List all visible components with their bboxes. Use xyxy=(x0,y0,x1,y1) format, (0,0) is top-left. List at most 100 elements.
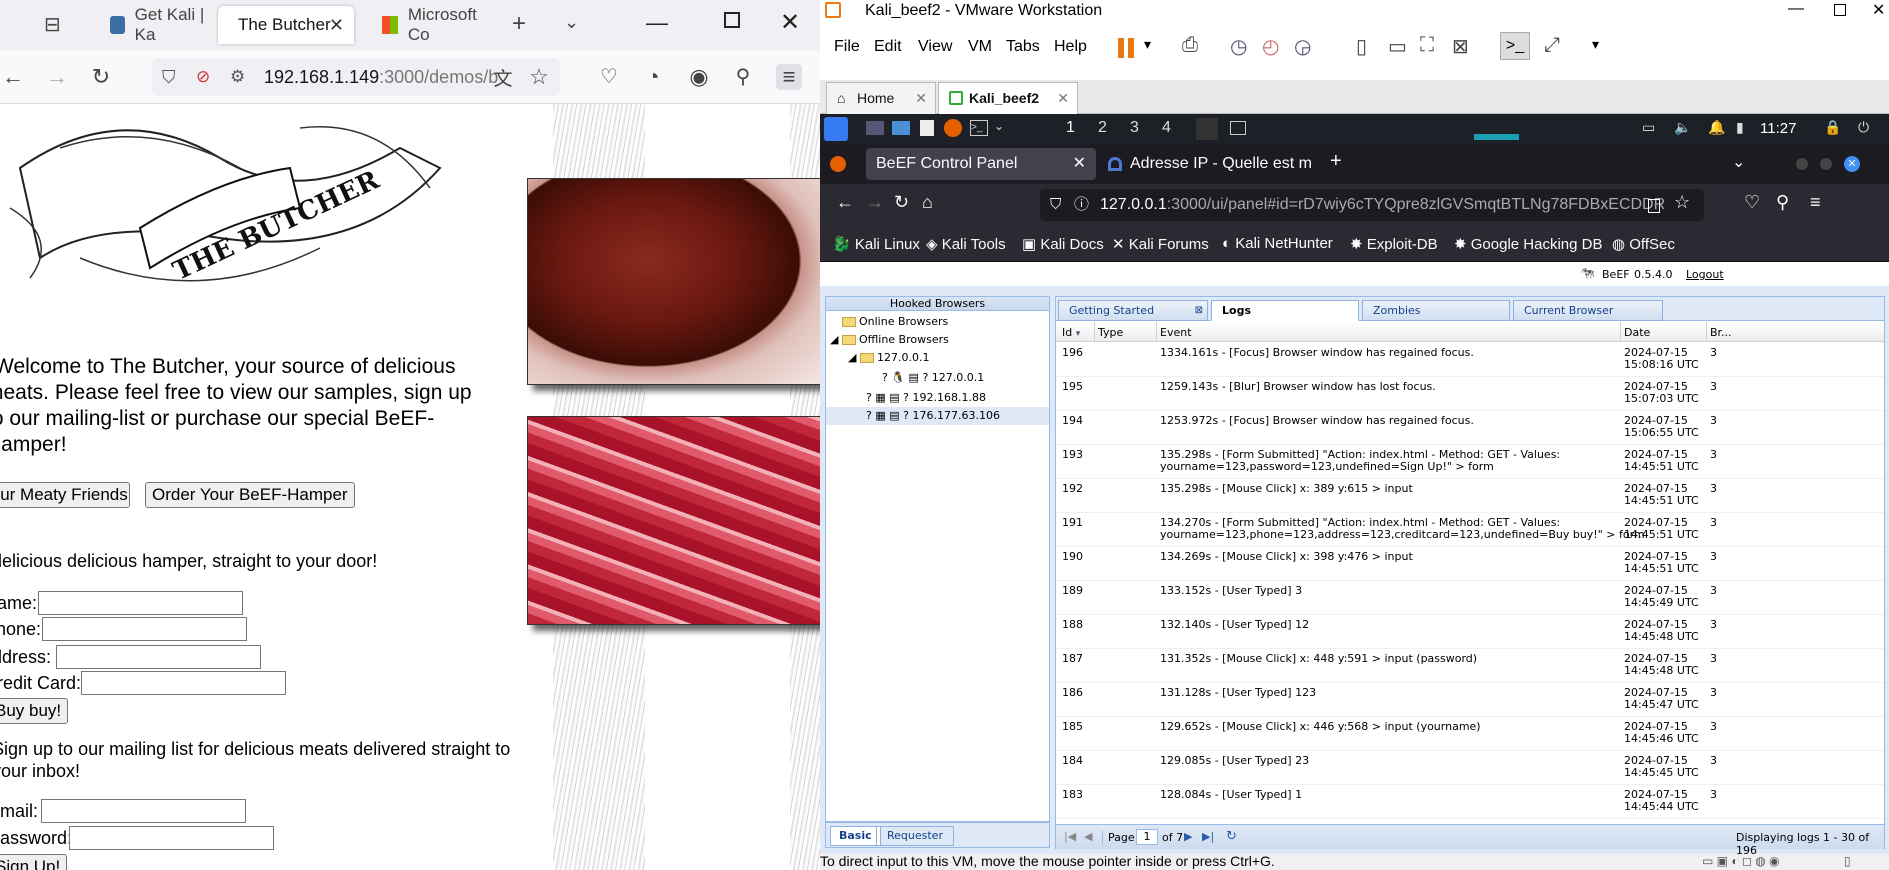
bookmark-google-hacking-db[interactable]: ✸ Google Hacking DB xyxy=(1454,235,1602,253)
insecure-lock-icon[interactable]: ⊘ xyxy=(196,58,210,96)
order-hamper-button[interactable]: Order Your BeEF-Hamper xyxy=(145,482,355,508)
workspace-4[interactable]: 4 xyxy=(1162,119,1171,137)
full-screen-icon[interactable]: ⛶ xyxy=(1420,34,1434,57)
thumbnail-bar-icon[interactable]: ▭ xyxy=(1388,34,1407,59)
bookmark-kali-forums[interactable]: ✕ Kali Forums xyxy=(1112,235,1209,253)
message-log-icon[interactable]: ▯ xyxy=(1844,854,1851,868)
workspace-3[interactable]: 3 xyxy=(1130,119,1139,137)
tree-host-192[interactable]: ? ▦ ▤ ? 192.168.1.88 xyxy=(866,391,986,404)
reload-icon[interactable]: ↻ xyxy=(88,64,114,90)
close-tab-icon[interactable]: ✕ xyxy=(1073,148,1086,180)
tab-adresse-ip[interactable]: Adresse IP - Quelle est m xyxy=(1100,148,1328,180)
text-editor-icon[interactable] xyxy=(920,120,934,136)
log-row[interactable]: 188 132.140s - [User Typed] 12 2024-07-15 3… xyxy=(1056,615,1884,649)
unity-icon[interactable]: ⊠ xyxy=(1452,34,1469,59)
col-event[interactable]: Event xyxy=(1160,326,1192,339)
vm-minimize-icon[interactable]: — xyxy=(1788,0,1804,18)
name-input[interactable] xyxy=(38,591,243,615)
notifications-icon[interactable]: 🔔 xyxy=(1708,119,1725,136)
col-browser[interactable]: Br... xyxy=(1710,326,1732,339)
first-page-icon[interactable]: |◀ xyxy=(1064,830,1076,843)
close-tab-icon[interactable]: ✕ xyxy=(329,15,344,36)
tab-get-kali[interactable]: Get Kali | Ka xyxy=(90,5,212,44)
ff-maximize-icon[interactable] xyxy=(1820,158,1832,170)
logout-link[interactable]: Logout xyxy=(1686,268,1724,281)
tab-current-browser[interactable]: Current Browser xyxy=(1513,300,1663,321)
prev-page-icon[interactable]: ◀ xyxy=(1084,830,1092,843)
buy-button[interactable]: Buy buy! xyxy=(0,698,69,724)
lock-screen-icon[interactable]: 🔒 xyxy=(1824,119,1841,136)
speed-dial-icon[interactable]: ◔ xyxy=(640,64,666,90)
bookmark-kali-docs[interactable]: ▣ Kali Docs xyxy=(1022,235,1104,253)
pause-icon[interactable] xyxy=(1118,38,1124,58)
tab-kali-beef2[interactable]: Kali_beef2 ✕ xyxy=(938,82,1078,114)
terminal-icon[interactable]: >_ xyxy=(970,120,988,136)
tree-host-127[interactable]: ? 🐧 ▤ ? 127.0.0.1 xyxy=(882,371,984,384)
tab-list-icon[interactable]: ⊟ xyxy=(44,12,61,37)
bookmark-kali-tools[interactable]: ◈ Kali Tools xyxy=(926,235,1006,253)
tab-zombies[interactable]: Zombies xyxy=(1362,300,1510,321)
battery-icon[interactable]: ▮ xyxy=(1736,119,1744,136)
log-row[interactable]: 184 129.085s - [User Typed] 23 2024-07-15 3… xyxy=(1056,751,1884,785)
clock[interactable]: 11:27 xyxy=(1760,120,1796,137)
log-row[interactable]: 190 134.269s - [Mouse Click] x: 398 y:476… xyxy=(1056,547,1884,581)
shield-icon[interactable]: ⛉ xyxy=(1050,189,1061,221)
tree-offline-browsers[interactable]: ◢ Offline Browsers xyxy=(830,333,949,346)
extensions-icon[interactable]: ⚲ xyxy=(1776,192,1789,213)
snapshot-manager-icon[interactable]: ◶ xyxy=(1294,34,1311,59)
phone-input[interactable] xyxy=(42,617,247,641)
tab-getting-started[interactable]: Getting Started ⊠ xyxy=(1058,300,1208,321)
refresh-icon[interactable]: ↻ xyxy=(1226,829,1237,844)
chevron-down-icon[interactable]: ⌄ xyxy=(564,12,579,33)
pause-dropdown-icon[interactable]: ▾ xyxy=(1144,36,1151,53)
forward-icon[interactable]: → xyxy=(866,192,884,213)
next-page-icon[interactable]: ▶ xyxy=(1184,830,1192,843)
pocket-icon[interactable]: ♡ xyxy=(1744,192,1760,213)
meaty-friends-button[interactable]: Our Meaty Friends xyxy=(0,482,130,508)
forward-icon[interactable]: → xyxy=(44,64,70,90)
last-page-icon[interactable]: ▶| xyxy=(1202,830,1214,843)
stretch-guest-icon[interactable]: ⤢ xyxy=(1544,34,1560,57)
power-icon[interactable]: ⏻ xyxy=(1858,119,1869,136)
log-row[interactable]: 196 1334.161s - [Focus] Browser window ha… xyxy=(1056,343,1884,377)
close-tab-icon[interactable]: ⊠ xyxy=(1195,301,1203,320)
log-row[interactable]: 191 134.270s - [Form Submitted] "Action: … xyxy=(1056,513,1884,547)
menu-vm[interactable]: VM xyxy=(968,38,992,56)
revert-snapshot-icon[interactable]: ◴ xyxy=(1262,34,1279,59)
tab-requester[interactable]: Requester xyxy=(876,826,954,846)
back-icon[interactable]: ← xyxy=(0,64,26,90)
firefox-icon[interactable] xyxy=(944,119,962,137)
close-window-icon[interactable]: ✕ xyxy=(780,8,800,37)
bookmark-star-icon[interactable]: ☆ xyxy=(526,64,552,90)
taskbar-firefox-icon[interactable] xyxy=(1196,118,1218,140)
log-row[interactable]: 187 131.352s - [Mouse Click] x: 448 y:591… xyxy=(1056,649,1884,683)
page-number-input[interactable]: 1 xyxy=(1136,829,1158,845)
menu-icon[interactable]: ≡ xyxy=(776,64,802,90)
translate-icon[interactable]: 文 xyxy=(490,64,516,91)
tree-group-127[interactable]: ◢ 127.0.0.1 xyxy=(848,351,929,364)
ff-close-icon[interactable]: ✕ xyxy=(1844,156,1860,172)
workspace-1[interactable]: 1 xyxy=(1066,119,1075,137)
bookmark-offsec[interactable]: ◍ OffSec xyxy=(1612,235,1675,253)
display-icon[interactable]: ▭ xyxy=(1642,119,1655,136)
firefox-view-icon[interactable] xyxy=(830,156,846,172)
taskbar-terminal-icon[interactable] xyxy=(1230,121,1246,135)
list-all-tabs-icon[interactable]: ⌄ xyxy=(1732,152,1745,172)
volume-icon[interactable]: 🔈 xyxy=(1674,119,1691,136)
new-tab-icon[interactable]: + xyxy=(1330,150,1342,173)
account-icon[interactable]: ◉ xyxy=(686,64,712,90)
tab-the-butcher[interactable]: The Butcher ✕ xyxy=(218,6,354,44)
col-type[interactable]: Type xyxy=(1098,326,1123,339)
maximize-icon[interactable] xyxy=(724,12,740,28)
new-tab-icon[interactable]: + xyxy=(512,10,526,38)
tab-basic[interactable]: Basic xyxy=(830,826,881,846)
ff-minimize-icon[interactable] xyxy=(1796,158,1808,170)
bookmark-kali-linux[interactable]: 🐉 Kali Linux xyxy=(832,235,920,253)
shield-icon[interactable]: ⛉ xyxy=(162,58,176,96)
sidebar-toggle-icon[interactable]: ▯ xyxy=(1356,34,1367,59)
pocket-icon[interactable]: ♡ xyxy=(596,64,622,89)
close-tab-icon[interactable]: ✕ xyxy=(1057,83,1069,113)
minimize-icon[interactable]: — xyxy=(646,10,668,36)
reload-icon[interactable]: ↻ xyxy=(894,192,909,213)
tree-host-176[interactable]: ? ▦ ▤ ? 176.177.63.106 xyxy=(826,407,1049,425)
